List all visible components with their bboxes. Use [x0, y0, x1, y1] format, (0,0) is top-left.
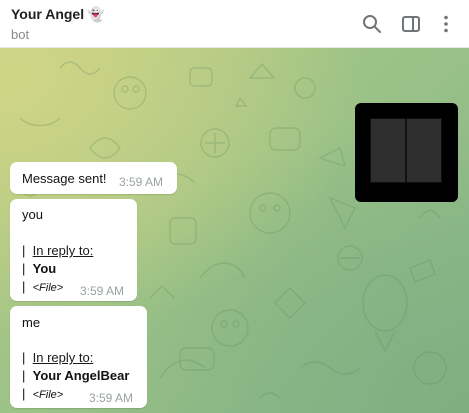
- message-text: you: [22, 207, 43, 222]
- reply-author-line: | Your AngelBear: [22, 368, 129, 383]
- message-time: 3:59 AM: [80, 284, 125, 298]
- message-bubble[interactable]: Message sent! 3:59 AM: [10, 162, 177, 194]
- reply-bar: |: [22, 243, 26, 258]
- message-time: 3:59 AM: [119, 175, 164, 189]
- sidebar-panel-icon: [402, 16, 420, 32]
- chat-title-text: Your Angel: [11, 6, 85, 22]
- more-button[interactable]: [434, 12, 458, 36]
- reply-author: Your AngelBear: [32, 368, 130, 383]
- video-message[interactable]: [355, 103, 458, 202]
- chat-subtitle: bot: [11, 27, 30, 42]
- ghost-emoji-icon: 👻: [87, 6, 105, 22]
- reply-label-line: | In reply to:: [22, 350, 93, 365]
- message-text: me: [22, 315, 41, 330]
- message-bubble[interactable]: you | In reply to: | You | <File> 3:59 A…: [10, 199, 137, 301]
- search-icon: [363, 15, 381, 33]
- chat-header: Your Angel 👻 bot: [0, 0, 469, 48]
- message-text: Message sent!: [22, 171, 107, 186]
- reply-bar: |: [22, 350, 26, 365]
- thumbnail-divider: [405, 119, 407, 182]
- reply-label-line: | In reply to:: [22, 243, 93, 258]
- message-time: 3:59 AM: [89, 391, 134, 405]
- sidebar-toggle-button[interactable]: [399, 12, 423, 36]
- search-button[interactable]: [360, 12, 384, 36]
- video-thumbnail: [370, 118, 442, 183]
- message-bubble[interactable]: me | In reply to: | Your AngelBear | <Fi…: [10, 306, 147, 408]
- reply-bar: |: [22, 261, 26, 276]
- in-reply-to-link[interactable]: In reply to:: [33, 350, 94, 365]
- reply-content-line: | <File>: [22, 279, 63, 294]
- in-reply-to-link[interactable]: In reply to:: [33, 243, 94, 258]
- reply-author-line: | You: [22, 261, 56, 276]
- more-vertical-icon: [444, 15, 448, 33]
- reply-content-line: | <File>: [22, 386, 63, 401]
- reply-author: You: [32, 261, 57, 276]
- chat-area[interactable]: Message sent! 3:59 AM you | In reply to:…: [0, 48, 469, 413]
- reply-file-placeholder: <File>: [32, 282, 64, 294]
- reply-bar: |: [22, 279, 26, 294]
- chat-title[interactable]: Your Angel 👻: [11, 6, 105, 23]
- reply-bar: |: [22, 368, 26, 383]
- reply-file-placeholder: <File>: [32, 389, 64, 401]
- reply-bar: |: [22, 386, 26, 401]
